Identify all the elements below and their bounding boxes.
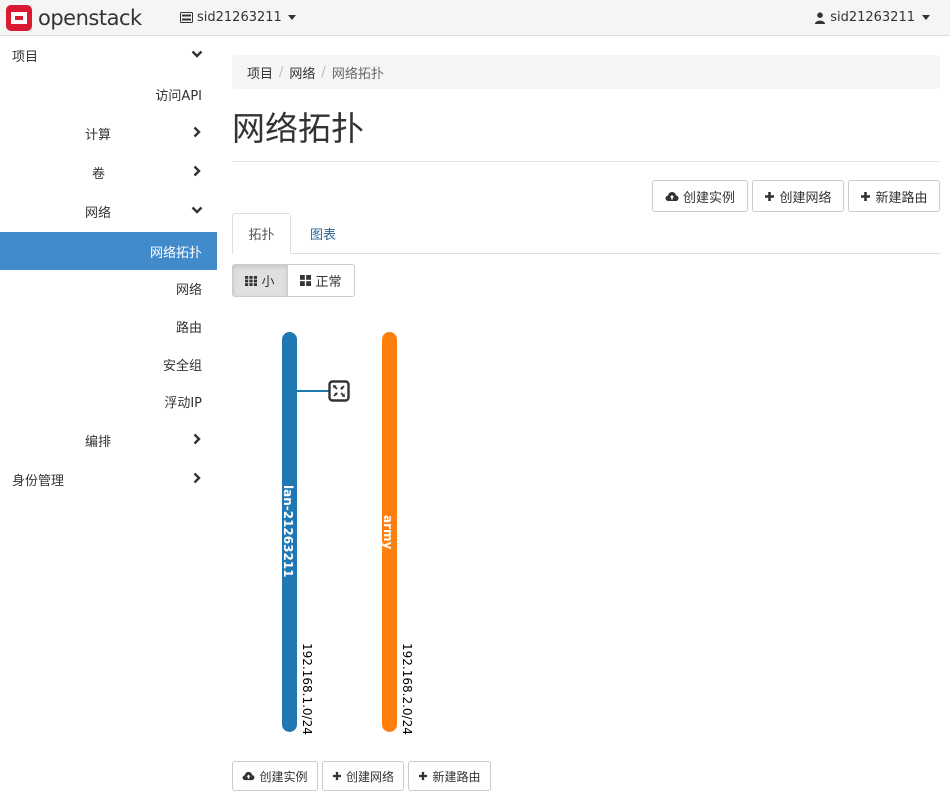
- server-icon: [180, 12, 193, 23]
- cloud-upload-icon: [243, 771, 255, 781]
- chevron-right-icon: [193, 126, 201, 138]
- sidebar-item-identity[interactable]: 身份管理: [0, 460, 217, 498]
- router-icon: [328, 380, 350, 402]
- sidebar-item-label: 编排: [85, 434, 112, 450]
- user-name: sid21263211: [830, 10, 915, 25]
- sidebar-item-label: 网络: [175, 282, 202, 298]
- breadcrumb-separator: /: [279, 64, 284, 80]
- sidebar: 项目 访问API 计算 卷 网络 网络拓扑 网络 路由 安全组 浮动IP 编排 …: [0, 36, 217, 805]
- sidebar-item-volumes[interactable]: 卷: [0, 153, 217, 191]
- breadcrumb: 项目 / 网络 / 网络拓扑: [232, 55, 940, 89]
- create-instance-label: 创建实例: [682, 190, 735, 206]
- breadcrumb-item[interactable]: 网络: [289, 63, 315, 82]
- breadcrumb-current: 网络拓扑: [331, 66, 384, 82]
- create-instance-label: 创建实例: [259, 769, 308, 784]
- plus-icon: [419, 771, 428, 781]
- caret-down-icon: [287, 15, 296, 20]
- breadcrumb-item[interactable]: 项目: [247, 63, 273, 82]
- sidebar-item-security-groups[interactable]: 安全组: [0, 345, 217, 383]
- sidebar-item-label: 网络拓扑: [149, 245, 202, 261]
- sidebar-item-network-topology[interactable]: 网络拓扑: [0, 232, 217, 270]
- sidebar-item-api-access[interactable]: 访问API: [0, 75, 217, 113]
- chevron-down-icon: [191, 50, 203, 58]
- th-icon: [245, 275, 258, 286]
- normal-view-label: 正常: [315, 275, 342, 290]
- network-cidr: 192.168.1.0/24: [300, 643, 314, 735]
- chevron-right-icon: [193, 165, 201, 177]
- page-title: 网络拓扑: [232, 109, 364, 148]
- tab-graph[interactable]: 图表: [297, 213, 349, 254]
- network-name: army: [381, 515, 395, 550]
- sidebar-item-label: 身份管理: [12, 473, 65, 489]
- cloud-upload-icon: [665, 191, 679, 201]
- chevron-right-icon: [193, 433, 201, 445]
- sidebar-item-orchestration[interactable]: 编排: [0, 421, 217, 459]
- sidebar-item-routers[interactable]: 路由: [0, 307, 217, 345]
- topology-canvas: lan-21263211 192.168.1.0/24 army 192.168…: [232, 310, 940, 750]
- project-name: sid21263211: [197, 10, 282, 25]
- sidebar-item-label: 访问API: [155, 88, 202, 104]
- th-large-icon: [300, 275, 312, 286]
- create-instance-button[interactable]: 创建实例: [652, 180, 748, 212]
- sidebar-item-network-group[interactable]: 网络: [0, 192, 217, 230]
- create-router-button[interactable]: 新建路由: [848, 180, 940, 212]
- create-router-label: 新建路由: [432, 769, 481, 784]
- create-router-button-bottom[interactable]: 新建路由: [408, 761, 491, 791]
- top-navbar: openstack sid21263211 sid21263211: [0, 0, 950, 36]
- plus-icon: [765, 191, 775, 201]
- sidebar-item-compute[interactable]: 计算: [0, 114, 217, 152]
- caret-down-icon: [922, 15, 930, 20]
- sidebar-item-label: 浮动IP: [164, 395, 202, 411]
- view-size-toggle: 小 正常: [232, 264, 355, 297]
- sidebar-item-project[interactable]: 项目: [0, 36, 217, 74]
- sidebar-item-floating-ips[interactable]: 浮动IP: [0, 382, 217, 420]
- sidebar-item-label: 计算: [85, 127, 112, 143]
- plus-icon: [861, 191, 871, 201]
- create-network-label: 创建网络: [345, 769, 394, 784]
- create-network-button-bottom[interactable]: 创建网络: [322, 761, 404, 791]
- tab-label: 图表: [309, 228, 336, 243]
- sidebar-item-networks[interactable]: 网络: [0, 269, 217, 307]
- project-dropdown[interactable]: sid21263211: [180, 10, 296, 25]
- chevron-down-icon: [191, 206, 203, 214]
- logo-text: openstack: [38, 6, 142, 30]
- router-link-line: [297, 390, 329, 392]
- create-network-button[interactable]: 创建网络: [752, 180, 844, 212]
- sidebar-item-label: 项目: [12, 49, 39, 65]
- plus-icon: [332, 771, 342, 781]
- network-name: lan-21263211: [281, 485, 295, 578]
- user-dropdown[interactable]: sid21263211: [815, 10, 930, 25]
- normal-view-button[interactable]: 正常: [288, 264, 355, 297]
- create-instance-button-bottom[interactable]: 创建实例: [232, 761, 318, 791]
- sidebar-item-label: 路由: [175, 320, 202, 336]
- openstack-logo-icon: [6, 5, 32, 31]
- tab-topology[interactable]: 拓扑: [232, 213, 291, 254]
- create-router-label: 新建路由: [875, 190, 928, 206]
- small-view-button[interactable]: 小: [232, 264, 288, 297]
- divider: [232, 161, 940, 162]
- breadcrumb-separator: /: [321, 64, 326, 80]
- create-network-label: 创建网络: [779, 190, 832, 206]
- user-icon: [815, 11, 826, 24]
- router-node[interactable]: [328, 380, 350, 402]
- sidebar-item-label: 网络: [85, 205, 112, 221]
- small-view-label: 小: [261, 275, 275, 290]
- openstack-logo[interactable]: openstack: [6, 5, 142, 31]
- tab-label: 拓扑: [248, 228, 275, 243]
- sidebar-item-label: 安全组: [162, 358, 202, 374]
- network-cidr: 192.168.2.0/24: [400, 643, 414, 735]
- sidebar-item-label: 卷: [92, 166, 106, 182]
- chevron-right-icon: [193, 472, 201, 484]
